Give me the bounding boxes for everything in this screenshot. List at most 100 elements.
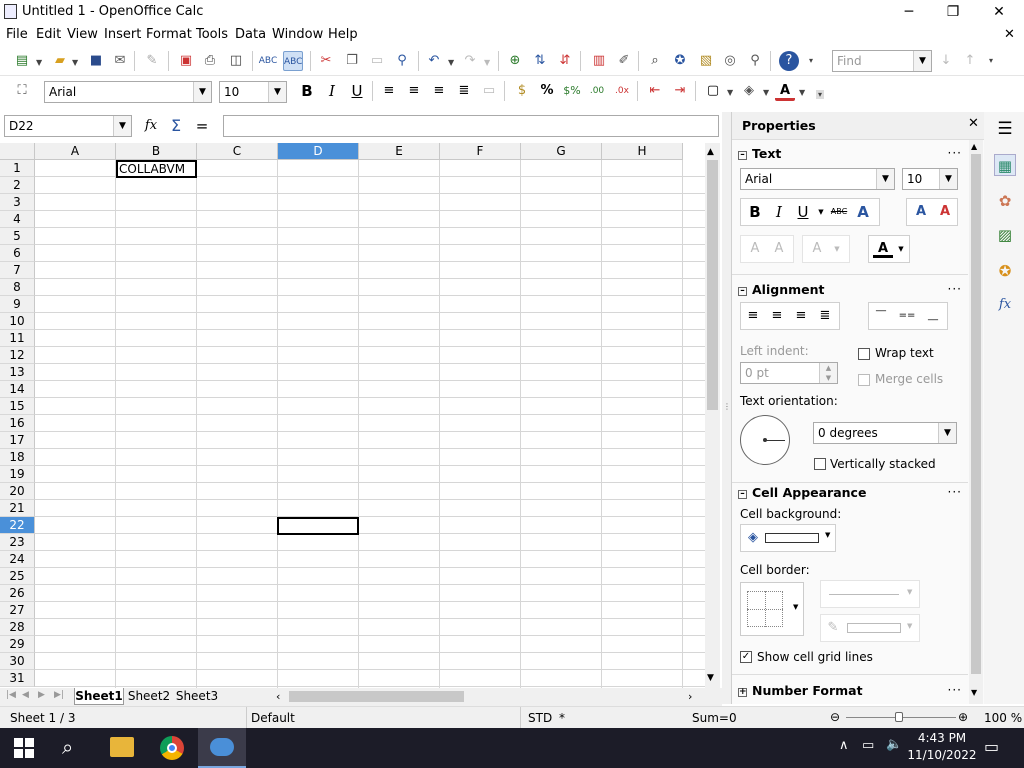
currency-format-icon[interactable]: $: [512, 81, 532, 101]
name-box[interactable]: D22 ▼: [4, 115, 132, 137]
clone-formatting-icon[interactable]: ⚲: [392, 51, 412, 71]
sum-icon[interactable]: Σ: [166, 116, 186, 136]
search-icon[interactable]: ⌕: [62, 735, 73, 759]
column-header-b[interactable]: B: [116, 143, 197, 160]
formula-input[interactable]: [223, 115, 719, 137]
cell-border-picker[interactable]: ▼: [740, 582, 804, 636]
data-sources-icon[interactable]: ◎: [720, 51, 740, 71]
spellcheck-icon[interactable]: ABC: [258, 51, 278, 71]
new-dropdown-icon[interactable]: ▼: [36, 58, 42, 67]
line-style-picker[interactable]: ▼: [820, 580, 920, 608]
functions-deck-icon[interactable]: fx: [994, 294, 1016, 316]
clock-time[interactable]: 4:43 PM: [916, 731, 968, 745]
column-header-g[interactable]: G: [521, 143, 602, 160]
row-header-18[interactable]: 18: [0, 449, 35, 466]
tab-sheet2[interactable]: Sheet2: [126, 688, 172, 705]
find-previous-icon[interactable]: ↑: [960, 51, 980, 71]
row-header-15[interactable]: 15: [0, 398, 35, 415]
text-section-header[interactable]: – Text: [738, 146, 781, 161]
align-right-icon[interactable]: ≡: [429, 81, 449, 101]
close-document-icon[interactable]: ✕: [1004, 27, 1015, 42]
vertical-scroll-thumb[interactable]: [707, 160, 718, 410]
zoom-slider-handle[interactable]: [895, 712, 903, 722]
row-header-21[interactable]: 21: [0, 500, 35, 517]
row-header-27[interactable]: 27: [0, 602, 35, 619]
sidebar-scrollbar[interactable]: ▲ ▼: [969, 140, 983, 704]
hyperlink-icon[interactable]: ⊕: [505, 51, 525, 71]
row-header-26[interactable]: 26: [0, 585, 35, 602]
zoom-icon[interactable]: ⚲: [745, 51, 765, 71]
zoom-level[interactable]: 100 %: [984, 711, 1022, 725]
close-sidebar-icon[interactable]: ✕: [968, 116, 979, 131]
properties-deck-icon[interactable]: ▦: [994, 154, 1016, 176]
page-style[interactable]: Default: [251, 711, 295, 725]
row-header-3[interactable]: 3: [0, 194, 35, 211]
chrome-icon[interactable]: [160, 736, 184, 760]
zoom-in-icon[interactable]: ⊕: [958, 710, 968, 724]
sidebar-font-name[interactable]: Arial ▼: [740, 168, 895, 190]
background-color-dropdown-icon[interactable]: ▼: [763, 88, 769, 97]
openoffice-taskbar-button[interactable]: [198, 728, 246, 768]
email-icon[interactable]: ✉: [110, 51, 130, 71]
column-header-a[interactable]: A: [35, 143, 116, 160]
print-preview-icon[interactable]: ◫: [226, 51, 246, 71]
autospellcheck-icon[interactable]: ABC: [283, 51, 303, 71]
gallery-deck-icon[interactable]: ▨: [994, 224, 1016, 246]
font-color-icon[interactable]: A: [775, 81, 795, 101]
font-color-dropdown-icon[interactable]: ▼: [891, 240, 911, 258]
sidebar-splitter[interactable]: ⋮: [722, 112, 731, 704]
sidebar-bold-icon[interactable]: B: [745, 203, 765, 221]
sidebar-align-right-icon[interactable]: ≡: [791, 307, 811, 325]
prev-sheet-icon[interactable]: ◀: [22, 690, 29, 700]
font-size-box[interactable]: 10 ▼: [219, 81, 287, 103]
toolbar-options-icon[interactable]: ▾: [809, 56, 813, 65]
row-header-6[interactable]: 6: [0, 245, 35, 262]
close-button[interactable]: ✕: [976, 0, 1022, 24]
next-sheet-icon[interactable]: ▶: [38, 690, 45, 700]
spreadsheet-grid[interactable]: ABCDEFGH 1 2 3 4 5 6 7 8 9 10 11 12 13 14 15 16 17 18 19 20…: [0, 143, 722, 688]
cell-appearance-section-header[interactable]: – Cell Appearance: [738, 485, 866, 500]
decrease-indent-icon[interactable]: ⇤: [645, 81, 665, 101]
sidebar-underline-icon[interactable]: U: [793, 203, 813, 221]
cell-background-picker[interactable]: ◈ ▼: [740, 524, 836, 552]
scroll-up-icon[interactable]: ▲: [971, 142, 977, 151]
sidebar-italic-icon[interactable]: I: [769, 203, 789, 221]
paste-icon[interactable]: ▭: [367, 51, 387, 71]
sidebar-font-color-icon[interactable]: A: [873, 240, 893, 258]
gallery-icon[interactable]: ▧: [696, 51, 716, 71]
align-top-icon[interactable]: ‾‾: [871, 307, 891, 325]
horizontal-scroll-thumb[interactable]: [289, 691, 464, 702]
row-header-14[interactable]: 14: [0, 381, 35, 398]
sum-display[interactable]: Sum=0: [692, 711, 737, 725]
row-header-23[interactable]: 23: [0, 534, 35, 551]
chart-icon[interactable]: ▥: [589, 51, 609, 71]
row-header-12[interactable]: 12: [0, 347, 35, 364]
background-color-icon[interactable]: ◈: [739, 81, 759, 101]
align-center-icon[interactable]: ≡: [404, 81, 424, 101]
row-header-25[interactable]: 25: [0, 568, 35, 585]
row-header-10[interactable]: 10: [0, 313, 35, 330]
scroll-down-icon[interactable]: ▼: [707, 673, 714, 683]
volume-icon[interactable]: 🔈: [886, 737, 902, 752]
row-header-22[interactable]: 22: [0, 517, 35, 534]
active-cell-d22[interactable]: [277, 517, 359, 535]
bold-icon[interactable]: B: [297, 81, 317, 101]
row-header-30[interactable]: 30: [0, 653, 35, 670]
font-color-dropdown-icon[interactable]: ▼: [799, 88, 805, 97]
menu-tools[interactable]: Tools: [196, 27, 228, 42]
increase-font-icon[interactable]: A: [911, 203, 931, 221]
maximize-button[interactable]: ❐: [930, 0, 976, 24]
styles-deck-icon[interactable]: ✿: [994, 190, 1016, 212]
orientation-degrees[interactable]: 0 degrees ▼: [813, 422, 957, 444]
column-header-d[interactable]: D: [278, 143, 359, 160]
orientation-dial[interactable]: [740, 415, 790, 465]
align-middle-icon[interactable]: ==: [897, 307, 917, 325]
print-icon[interactable]: ⎙: [200, 51, 220, 71]
row-header-7[interactable]: 7: [0, 262, 35, 279]
column-header-h[interactable]: H: [602, 143, 683, 160]
number-format-more-options-icon[interactable]: ···: [948, 683, 962, 697]
new-document-icon[interactable]: ▤: [12, 51, 32, 71]
first-sheet-icon[interactable]: |◀: [6, 690, 16, 700]
sidebar-justify-icon[interactable]: ≣: [815, 307, 835, 325]
minimize-button[interactable]: ─: [886, 0, 932, 24]
